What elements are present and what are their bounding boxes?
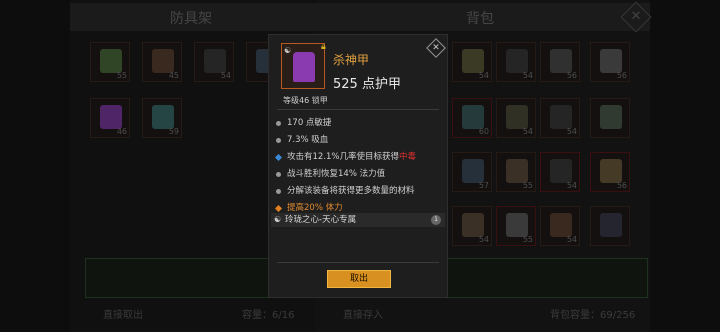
lock-icon: 🔒︎ [321, 42, 326, 52]
item-subtitle: 等级46 锁甲 [283, 96, 328, 105]
yin-yang-icon: ☯ [274, 215, 282, 224]
tooltip-close-icon[interactable]: ✕ [426, 38, 446, 58]
purple-armor-icon [293, 52, 315, 82]
item-icon-frame: ☯ [281, 43, 325, 89]
set-count-badge: 1 [431, 215, 441, 225]
yin-yang-icon: ☯ [284, 46, 292, 55]
item-name: 杀神甲 [333, 53, 370, 67]
divider [277, 262, 439, 263]
stats-list: 170 点敏捷 7.3% 吸血 攻击有12.1%几率使目标获得中毒 战斗胜利恢复… [274, 115, 441, 217]
stat-disassemble: 分解该装备将获得更多数量的材料 [275, 183, 441, 200]
stat-lifesteal: 7.3% 吸血 [275, 132, 441, 149]
stat-mana-regen: 战斗胜利恢复14% 法力值 [275, 166, 441, 183]
stat-poison: 攻击有12.1%几率使目标获得中毒 [274, 149, 441, 166]
set-bonus-bar: ☯ 玲珑之心-天心专属 1 [271, 213, 445, 227]
take-out-button[interactable]: 取出 [327, 270, 391, 288]
stat-agility: 170 点敏捷 [275, 115, 441, 132]
armor-value: 525 点护甲 [333, 77, 401, 92]
divider [277, 109, 439, 110]
set-name: 玲珑之心-天心专属 [285, 215, 357, 225]
item-tooltip: ☯ 🔒︎ 杀神甲 525 点护甲 ✕ 等级46 锁甲 170 点敏捷 7.3% … [268, 34, 448, 298]
